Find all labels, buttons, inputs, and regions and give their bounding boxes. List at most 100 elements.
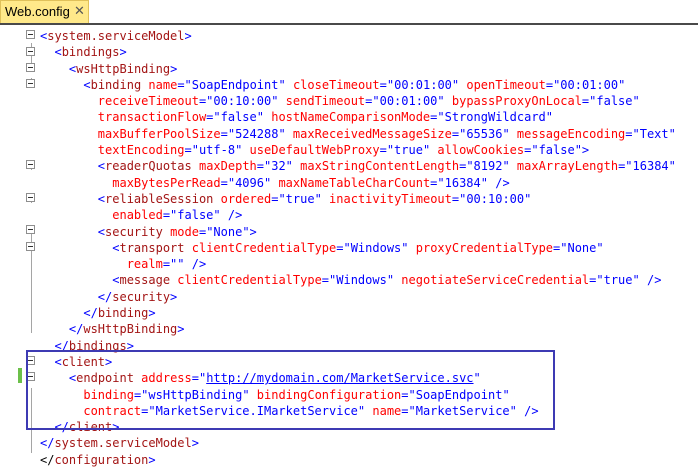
code-token: transactionFlow — [97, 110, 207, 125]
code-token: =" — [459, 159, 474, 174]
code-token: =" — [321, 273, 337, 288]
code-line[interactable]: </binding> — [40, 305, 676, 321]
code-token: 524288 — [235, 126, 279, 141]
code-line[interactable]: enabled="false" /> — [40, 207, 676, 223]
code-token: proxyCredentialType — [415, 240, 554, 255]
code-token: =" — [545, 77, 561, 92]
code-token: utf-8 — [198, 143, 236, 158]
code-token: > — [177, 322, 185, 337]
code-line[interactable]: </wsHttpBinding> — [40, 321, 676, 337]
code-token: =" — [379, 143, 395, 158]
code-token: StrongWildcard — [444, 110, 546, 125]
code-line[interactable]: <system.serviceModel> — [40, 28, 676, 44]
code-line[interactable]: </configuration> — [40, 452, 676, 468]
code-token: clientCredentialType — [191, 240, 337, 255]
close-icon[interactable]: ✕ — [74, 4, 85, 19]
code-token: transport — [119, 240, 185, 255]
code-token: " — [502, 126, 510, 141]
code-token: " — [668, 159, 676, 174]
code-token: mode — [170, 224, 199, 239]
code-line[interactable]: maxBytesPerRead="4096" maxNameTableCharC… — [40, 175, 676, 191]
collapse-icon[interactable] — [26, 242, 35, 251]
collapse-icon[interactable] — [26, 30, 35, 39]
code-line[interactable]: <readerQuotas maxDepth="32" maxStringCon… — [40, 158, 676, 174]
collapse-icon[interactable] — [26, 160, 35, 169]
code-line[interactable]: </system.serviceModel> — [40, 435, 676, 451]
code-token: textEncoding — [97, 143, 185, 158]
code-token: SoapEndpoint — [191, 77, 279, 92]
code-line[interactable]: <transport clientCredentialType="Windows… — [40, 240, 676, 256]
collapse-icon[interactable] — [26, 63, 35, 72]
code-token: maxStringContentLength — [300, 159, 460, 174]
code-token: None — [213, 224, 243, 239]
code-token: =" — [430, 175, 445, 190]
code-token: =" — [379, 77, 395, 92]
code-line[interactable]: realm="" /> — [40, 256, 676, 272]
code-token: name — [148, 77, 178, 92]
tab-label: Web.config — [5, 4, 70, 19]
collapse-icon[interactable] — [26, 79, 35, 88]
code-token: sendTimeout — [285, 94, 366, 109]
code-token: wsHttpBinding — [76, 61, 171, 76]
code-token: " — [278, 77, 286, 92]
code-token: receiveTimeout — [97, 94, 199, 109]
code-token: 16384 — [444, 175, 481, 190]
code-editor[interactable]: <system.serviceModel> <bindings> <wsHttp… — [0, 25, 698, 467]
tab-web-config[interactable]: Web.config ✕ — [0, 0, 89, 23]
code-token: < — [54, 45, 62, 60]
code-token: </ — [40, 436, 55, 451]
code-token: > — [170, 61, 178, 76]
code-line[interactable]: maxBufferPoolSize="524288" maxReceivedMe… — [40, 126, 676, 142]
code-line[interactable]: <bindings> — [40, 44, 676, 60]
collapse-icon[interactable] — [26, 47, 35, 56]
code-token: system.serviceModel — [54, 436, 192, 451]
code-line[interactable]: <binding name="SoapEndpoint" closeTimeou… — [40, 77, 676, 93]
code-line[interactable]: </security> — [40, 289, 676, 305]
code-token: bindings — [61, 45, 120, 60]
collapse-icon[interactable] — [26, 225, 35, 234]
code-token: " — [618, 77, 626, 92]
code-token: > — [170, 289, 178, 304]
code-token: realm — [126, 257, 163, 272]
code-token: =" — [524, 143, 539, 158]
code-line[interactable]: <message clientCredentialType="Windows" … — [40, 272, 676, 288]
code-token: allowCookies — [437, 143, 525, 158]
code-token: =" — [177, 77, 192, 92]
code-token: " — [524, 191, 532, 206]
code-line[interactable]: <reliableSession ordered="true" inactivi… — [40, 191, 676, 207]
code-token: false — [177, 208, 214, 223]
code-token: 8192 — [473, 159, 503, 174]
code-token: " — [632, 273, 640, 288]
code-token: > — [184, 29, 192, 43]
code-token: =" — [256, 159, 272, 174]
code-token: =" — [589, 273, 604, 288]
collapse-icon[interactable] — [26, 193, 35, 202]
code-token: " — [502, 159, 510, 174]
code-token: 00:01:00 — [560, 77, 619, 92]
code-line[interactable]: <security mode="None"> — [40, 224, 676, 240]
code-token: " — [386, 273, 395, 288]
code-token: security — [105, 224, 163, 239]
code-line[interactable]: <wsHttpBinding> — [40, 61, 676, 77]
code-line[interactable]: transactionFlow="false" hostNameComparis… — [40, 109, 676, 125]
code-token: useDefaultWebProxy — [249, 143, 380, 158]
code-line[interactable]: receiveTimeout="00:10:00" sendTimeout="0… — [40, 93, 676, 109]
code-token: 65536 — [466, 126, 503, 141]
code-token: =" — [625, 126, 640, 141]
code-token: " — [285, 159, 293, 174]
code-token: /> — [191, 257, 207, 272]
code-line[interactable]: textEncoding="utf-8" useDefaultWebProxy=… — [40, 142, 676, 158]
